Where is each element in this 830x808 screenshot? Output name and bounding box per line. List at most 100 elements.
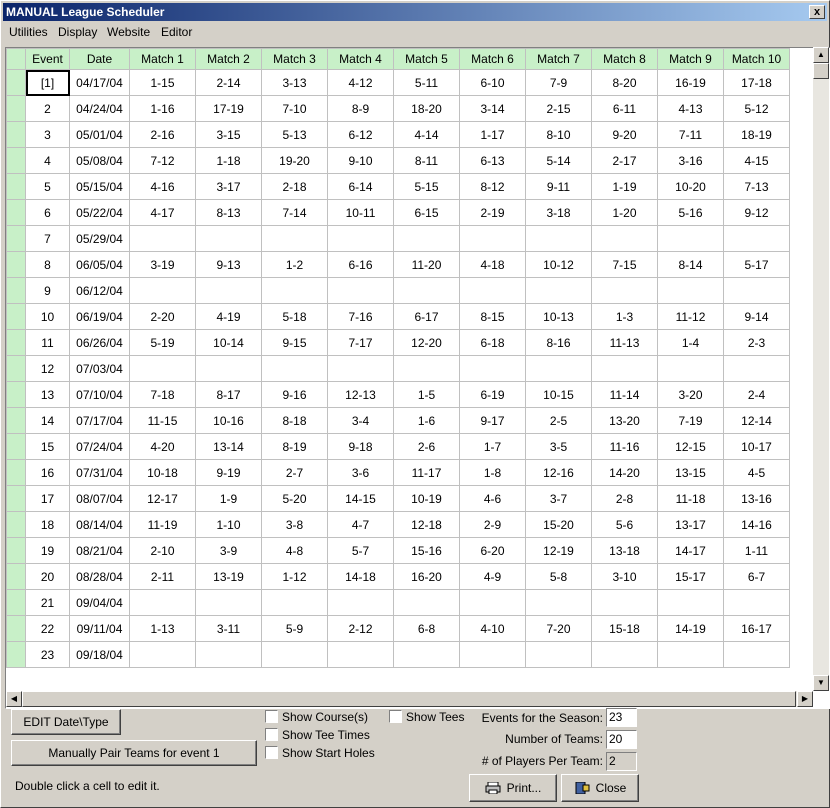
match-cell[interactable]: 1-9 [195,485,262,512]
match-cell[interactable]: 5-20 [261,485,328,512]
match-cell[interactable]: 1-18 [195,147,262,174]
match-cell[interactable]: 11-18 [657,485,724,512]
match-cell[interactable] [657,355,724,382]
match-cell[interactable]: 4-14 [393,121,460,148]
match-cell[interactable]: 6-11 [591,95,658,122]
match-cell[interactable]: 3-7 [525,485,592,512]
match-cell[interactable]: 13-18 [591,537,658,564]
match-cell[interactable] [591,589,658,616]
row-indicator[interactable] [6,511,26,538]
match-cell[interactable]: 6-12 [327,121,394,148]
row-indicator[interactable] [6,537,26,564]
row-indicator[interactable] [6,459,26,486]
match-cell[interactable]: 3-6 [327,459,394,486]
date-cell[interactable]: 08/14/04 [69,511,130,538]
match-cell[interactable]: 7-11 [657,121,724,148]
row-indicator[interactable] [6,485,26,512]
scroll-down-icon[interactable]: ▼ [813,675,829,691]
match-cell[interactable]: 3-11 [195,615,262,642]
match-cell[interactable]: 5-9 [261,615,328,642]
match-cell[interactable]: 6-14 [327,173,394,200]
date-cell[interactable]: 06/05/04 [69,251,130,278]
match-cell[interactable]: 7-13 [723,173,790,200]
match-cell[interactable]: 12-15 [657,433,724,460]
match-cell[interactable]: 2-4 [723,381,790,408]
match-cell[interactable]: 17-19 [195,95,262,122]
match-cell[interactable] [327,641,394,668]
event-cell[interactable]: 18 [25,511,70,538]
match-cell[interactable]: 1-7 [459,433,526,460]
match-cell[interactable]: 8-13 [195,199,262,226]
match-cell[interactable]: 8-20 [591,69,658,96]
row-indicator[interactable] [6,615,26,642]
match-cell[interactable]: 4-5 [723,459,790,486]
column-header[interactable]: Match 9 [657,48,724,70]
match-cell[interactable]: 5-16 [657,199,724,226]
date-cell[interactable]: 05/29/04 [69,225,130,252]
match-cell[interactable]: 9-18 [327,433,394,460]
match-cell[interactable]: 1-11 [723,537,790,564]
event-cell[interactable]: 9 [25,277,70,304]
match-cell[interactable] [261,277,328,304]
row-indicator[interactable] [6,589,26,616]
match-cell[interactable] [591,225,658,252]
row-indicator[interactable] [6,329,26,356]
match-cell[interactable] [261,641,328,668]
row-indicator[interactable] [6,121,26,148]
match-cell[interactable]: 1-17 [459,121,526,148]
match-cell[interactable]: 6-19 [459,381,526,408]
match-cell[interactable]: 5-14 [525,147,592,174]
match-cell[interactable]: 1-15 [129,69,196,96]
match-cell[interactable]: 2-7 [261,459,328,486]
match-cell[interactable]: 5-7 [327,537,394,564]
row-indicator[interactable] [6,251,26,278]
match-cell[interactable]: 3-20 [657,381,724,408]
date-cell[interactable]: 07/31/04 [69,459,130,486]
match-cell[interactable] [459,589,526,616]
date-cell[interactable]: 09/18/04 [69,641,130,668]
match-cell[interactable]: 3-10 [591,563,658,590]
match-cell[interactable]: 2-10 [129,537,196,564]
match-cell[interactable]: 18-19 [723,121,790,148]
match-cell[interactable]: 4-16 [129,173,196,200]
match-cell[interactable]: 7-18 [129,381,196,408]
vertical-scrollbar[interactable]: ▲ ▼ [813,47,829,691]
match-cell[interactable] [657,225,724,252]
schedule-grid[interactable]: Event Date Match 1 Match 2 Match 3 Match 4 Mat… [5,47,830,709]
column-header[interactable]: Match 8 [591,48,658,70]
column-header[interactable]: Match 1 [129,48,196,70]
match-cell[interactable]: 9-12 [723,199,790,226]
date-cell[interactable]: 04/17/04 [69,69,130,96]
match-cell[interactable] [195,225,262,252]
match-cell[interactable]: 16-17 [723,615,790,642]
match-cell[interactable]: 6-13 [459,147,526,174]
match-cell[interactable]: 4-7 [327,511,394,538]
event-cell[interactable]: 4 [25,147,70,174]
show-tees-checkbox[interactable]: Show Tees [389,710,464,724]
date-cell[interactable]: 05/15/04 [69,173,130,200]
event-cell[interactable]: 10 [25,303,70,330]
match-cell[interactable]: 9-16 [261,381,328,408]
match-cell[interactable] [327,277,394,304]
column-header[interactable]: Match 4 [327,48,394,70]
match-cell[interactable]: 10-17 [723,433,790,460]
match-cell[interactable] [591,641,658,668]
date-cell[interactable]: 07/24/04 [69,433,130,460]
match-cell[interactable]: 1-6 [393,407,460,434]
match-cell[interactable]: 5-13 [261,121,328,148]
row-indicator[interactable] [6,303,26,330]
match-cell[interactable] [261,589,328,616]
match-cell[interactable]: 12-13 [327,381,394,408]
date-cell[interactable]: 06/26/04 [69,329,130,356]
date-cell[interactable]: 04/24/04 [69,95,130,122]
match-cell[interactable]: 10-15 [525,381,592,408]
match-cell[interactable] [129,355,196,382]
match-cell[interactable]: 4-19 [195,303,262,330]
match-cell[interactable] [525,641,592,668]
match-cell[interactable]: 11-16 [591,433,658,460]
event-cell[interactable]: 20 [25,563,70,590]
match-cell[interactable]: 5-15 [393,173,460,200]
match-cell[interactable] [129,277,196,304]
match-cell[interactable]: 1-10 [195,511,262,538]
match-cell[interactable]: 2-16 [129,121,196,148]
